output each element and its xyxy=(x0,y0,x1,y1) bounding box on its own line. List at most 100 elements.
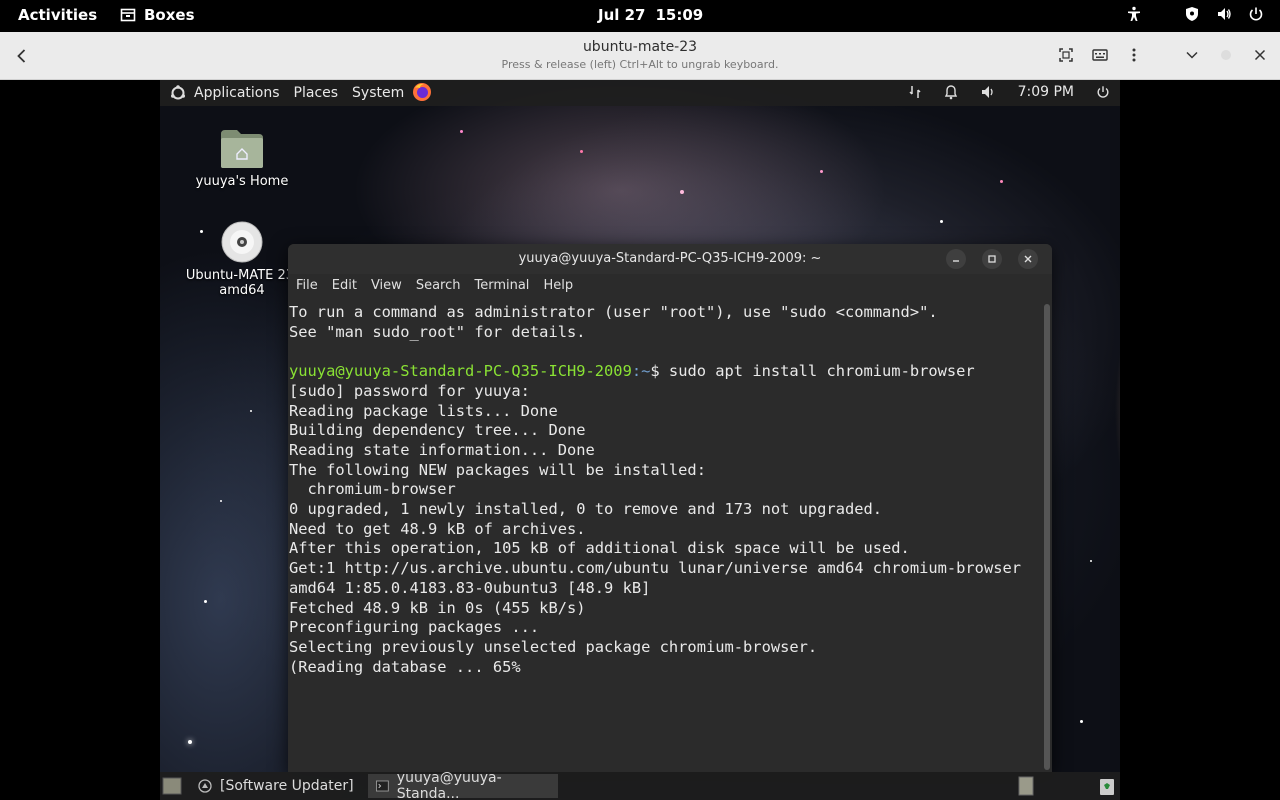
vm-display[interactable]: Applications Places System 7:09 PM yuuya… xyxy=(160,80,1120,800)
fullscreen-button[interactable] xyxy=(1056,44,1076,66)
terminal-output[interactable]: To run a command as administrator (user … xyxy=(288,300,1042,772)
chevron-down-icon xyxy=(1186,51,1198,59)
star-decoration xyxy=(580,150,583,153)
notification-bell-icon[interactable] xyxy=(944,84,958,100)
places-menu[interactable]: Places xyxy=(294,85,339,101)
system-tray[interactable] xyxy=(1126,6,1264,22)
desktop-icon-home[interactable]: yuuya's Home xyxy=(182,128,302,189)
terminal-title: yuuya@yuuya-Standard-PC-Q35-ICH9-2009: ~ xyxy=(518,251,822,266)
star-decoration xyxy=(1000,180,1003,183)
clock-time: 15:09 xyxy=(655,6,704,24)
star-decoration xyxy=(820,170,823,173)
star-decoration xyxy=(1090,560,1092,562)
terminal-window[interactable]: yuuya@yuuya-Standard-PC-Q35-ICH9-2009: ~… xyxy=(288,244,1052,772)
close-window-button[interactable] xyxy=(1250,44,1270,66)
home-label: yuuya's Home xyxy=(195,174,289,189)
app-menu-boxes[interactable]: Boxes xyxy=(120,6,195,24)
accessibility-icon[interactable] xyxy=(1126,6,1142,22)
firefox-icon[interactable] xyxy=(412,82,432,102)
disc-label-line1: Ubuntu-MATE 23. xyxy=(185,268,299,283)
terminal-line: amd64 1:85.0.4183.83-0ubuntu3 [48.9 kB] xyxy=(289,578,651,597)
terminal-scrollbar[interactable] xyxy=(1044,304,1050,770)
terminal-line: [sudo] password for yuuya: xyxy=(289,381,530,400)
terminal-icon xyxy=(376,780,389,792)
mate-clock[interactable]: 7:09 PM xyxy=(1018,84,1074,100)
menu-help[interactable]: Help xyxy=(543,278,573,293)
prompt-path: :~ xyxy=(631,362,651,381)
star-decoration xyxy=(1080,720,1083,723)
circle-icon xyxy=(1221,50,1231,60)
task-software-updater[interactable]: [Software Updater] xyxy=(190,774,362,798)
terminal-prompt-line: yuuya@yuuya-Standard-PC-Q35-ICH9-2009:~$… xyxy=(289,362,1042,382)
terminal-line: Selecting previously unselected package … xyxy=(289,637,818,656)
boxes-header-bar: ubuntu-mate-23 Press & release (left) Ct… xyxy=(0,32,1280,80)
terminal-close-button[interactable] xyxy=(1018,249,1038,269)
software-updater-icon xyxy=(198,779,212,793)
volume-icon[interactable] xyxy=(980,84,996,100)
system-menu[interactable]: System xyxy=(352,85,404,101)
terminal-line: Get:1 http://us.archive.ubuntu.com/ubunt… xyxy=(289,559,1022,578)
kebab-menu-icon xyxy=(1132,48,1136,62)
gnome-top-bar: Activities Boxes Jul 27 15:09 xyxy=(0,0,1280,32)
trash-icon[interactable] xyxy=(1098,776,1116,796)
star-decoration xyxy=(460,130,463,133)
terminal-line: Preconfiguring packages ... xyxy=(289,618,540,637)
minimize-icon xyxy=(953,260,959,262)
terminal-line: Reading state information... Done xyxy=(289,440,595,459)
keyboard-shortcuts-button[interactable] xyxy=(1090,44,1110,66)
home-folder-icon xyxy=(221,130,263,168)
network-icon[interactable] xyxy=(908,84,922,100)
menu-file[interactable]: File xyxy=(296,278,318,293)
star-decoration xyxy=(680,190,684,194)
star-decoration xyxy=(204,600,207,603)
close-icon xyxy=(1024,255,1032,263)
star-decoration xyxy=(940,220,943,223)
clock-date: Jul 27 xyxy=(598,6,646,24)
terminal-titlebar[interactable]: yuuya@yuuya-Standard-PC-Q35-ICH9-2009: ~ xyxy=(288,244,1052,274)
menu-view[interactable]: View xyxy=(371,278,402,293)
ubuntu-logo-icon[interactable] xyxy=(170,85,186,101)
terminal-line: The following NEW packages will be insta… xyxy=(289,460,706,479)
desktop-icon-disc[interactable]: Ubuntu-MATE 23. amd64 xyxy=(182,220,302,298)
mate-top-panel: Applications Places System 7:09 PM xyxy=(160,80,1120,106)
maximize-window-button[interactable] xyxy=(1216,44,1236,66)
terminal-maximize-button[interactable] xyxy=(982,249,1002,269)
task-label: [Software Updater] xyxy=(220,778,354,794)
terminal-line: To run a command as administrator (user … xyxy=(289,303,938,321)
show-desktop-icon[interactable] xyxy=(162,777,182,795)
terminal-line: See "man sudo_root" for details. xyxy=(289,322,586,341)
prompt-command: $ sudo apt install chromium-browser xyxy=(650,362,975,381)
task-terminal[interactable]: yuuya@yuuya-Standa... xyxy=(368,770,558,800)
terminal-minimize-button[interactable] xyxy=(946,249,966,269)
volume-icon[interactable] xyxy=(1216,6,1232,22)
menu-terminal[interactable]: Terminal xyxy=(474,278,529,293)
star-decoration xyxy=(250,410,252,412)
close-icon xyxy=(1254,49,1266,61)
terminal-line: Need to get 48.9 kB of archives. xyxy=(289,519,586,538)
menu-button[interactable] xyxy=(1124,44,1144,66)
menu-search[interactable]: Search xyxy=(416,278,461,293)
terminal-line: Building dependency tree... Done xyxy=(289,421,586,440)
keyboard-icon xyxy=(1092,49,1108,61)
terminal-line: 0 upgraded, 1 newly installed, 0 to remo… xyxy=(289,500,883,519)
terminal-line: Fetched 48.9 kB in 0s (455 kB/s) xyxy=(289,598,586,617)
app-name: Boxes xyxy=(144,6,195,24)
star-decoration xyxy=(188,740,192,744)
terminal-menubar: File Edit View Search Terminal Help xyxy=(288,274,1052,296)
power-icon[interactable] xyxy=(1096,85,1110,99)
prompt-user: yuuya@yuuya-Standard-PC-Q35-ICH9-2009 xyxy=(289,362,632,381)
minimize-window-button[interactable] xyxy=(1182,44,1202,66)
fullscreen-icon xyxy=(1059,48,1073,62)
disc-label-line2: amd64 xyxy=(219,283,265,298)
optical-disc-icon xyxy=(221,221,263,263)
applications-menu[interactable]: Applications xyxy=(194,85,280,101)
star-decoration xyxy=(220,500,222,502)
activities-button[interactable]: Activities xyxy=(18,6,97,24)
menu-edit[interactable]: Edit xyxy=(332,278,357,293)
terminal-line: chromium-browser xyxy=(289,480,456,499)
power-icon[interactable] xyxy=(1248,6,1264,22)
gnome-clock[interactable]: Jul 27 15:09 xyxy=(598,6,703,24)
shield-icon[interactable] xyxy=(1184,6,1200,22)
workspace-switcher-icon[interactable] xyxy=(1018,776,1034,796)
terminal-line: After this operation, 105 kB of addition… xyxy=(289,539,910,558)
